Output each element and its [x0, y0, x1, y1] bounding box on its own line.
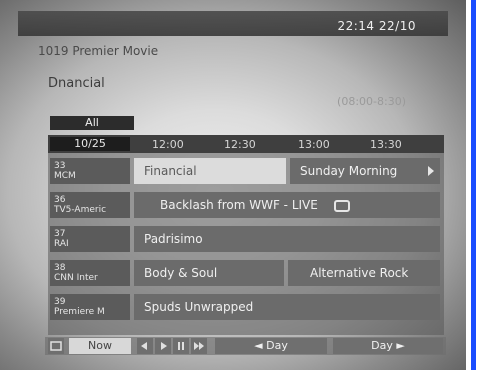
prev-day-button[interactable]: ◄ Day: [215, 338, 327, 354]
channel-cell[interactable]: 37 RAI: [50, 226, 130, 252]
fast-forward-icon[interactable]: [191, 338, 207, 354]
current-program-name: Dnancial: [48, 76, 105, 91]
channel-number: 38: [54, 263, 66, 273]
program-title: Spuds Unwrapped: [144, 300, 254, 314]
channel-name: MCM: [54, 171, 76, 181]
play-icon[interactable]: [155, 338, 171, 354]
channel-number: 39: [54, 297, 66, 307]
channel-number: 36: [54, 195, 66, 205]
channel-cell[interactable]: 33 MCM: [50, 158, 130, 184]
clock: 22:14 22/10: [337, 19, 416, 33]
grid-date: 10/25: [50, 137, 130, 151]
channel-name: TV5-Americ: [54, 205, 107, 215]
channel-row: 38 CNN Inter Body & Soul Alternative Roc…: [48, 258, 444, 288]
program-cell[interactable]: Padrisimo: [134, 226, 440, 252]
clock-time: 22:14: [337, 19, 375, 33]
epg-grid: 10/25 12:00 12:30 13:00 13:30 33 MCM Fin…: [48, 135, 444, 335]
program-cell[interactable]: Alternative Rock: [288, 260, 440, 286]
next-day-button[interactable]: Day ►: [333, 338, 443, 354]
program-cell[interactable]: Sunday Morning: [290, 158, 440, 184]
program-title: Financial: [144, 164, 197, 178]
channel-row: 39 Premiere M Spuds Unwrapped: [48, 292, 444, 322]
program-title: Alternative Rock: [310, 266, 409, 280]
continues-right-icon: [428, 166, 434, 176]
frame-border: [471, 0, 476, 370]
program-cell[interactable]: Backlash from WWF - LIVE: [134, 192, 440, 218]
channel-name: CNN Inter: [54, 273, 98, 283]
channel-name: Premiere M: [54, 307, 105, 317]
channel-row: 37 RAI Padrisimo: [48, 224, 444, 254]
time-slot-3: 13:00: [298, 138, 330, 151]
program-cell[interactable]: Body & Soul: [134, 260, 284, 286]
program-title: Backlash from WWF - LIVE: [160, 198, 318, 212]
time-slot-2: 12:30: [224, 138, 256, 151]
rewind-icon[interactable]: [137, 338, 153, 354]
channel-row: 36 TV5-Americ Backlash from WWF - LIVE: [48, 190, 444, 220]
current-channel-title: 1019 Premier Movie: [38, 44, 159, 58]
filter-tab-all[interactable]: All: [50, 116, 134, 130]
now-button[interactable]: Now: [69, 338, 131, 354]
time-slot-4: 13:30: [370, 138, 402, 151]
grid-header: 10/25 12:00 12:30 13:00 13:30: [48, 135, 444, 153]
program-cell[interactable]: Spuds Unwrapped: [134, 294, 440, 320]
current-program-time-range: (08:00-8:30): [337, 95, 406, 108]
program-title: Padrisimo: [144, 232, 203, 246]
time-slot-1: 12:00: [152, 138, 184, 151]
channel-number: 33: [54, 161, 66, 171]
channel-cell[interactable]: 38 CNN Inter: [50, 260, 130, 286]
channel-row: 33 MCM Financial Sunday Morning: [48, 156, 444, 186]
pause-icon[interactable]: [173, 338, 189, 354]
bottom-control-bar: Now ◄ Day Day ►: [45, 337, 446, 355]
channel-cell[interactable]: 39 Premiere M: [50, 294, 130, 320]
program-title: Sunday Morning: [300, 164, 398, 178]
channel-cell[interactable]: 36 TV5-Americ: [50, 192, 130, 218]
channel-number: 37: [54, 229, 66, 239]
clock-date: 22/10: [378, 19, 416, 33]
channel-name: RAI: [54, 239, 69, 249]
program-cell[interactable]: Financial: [134, 158, 286, 184]
program-title: Body & Soul: [144, 266, 218, 280]
tv-screen: 22:14 22/10 1019 Premier Movie Dnancial …: [0, 0, 466, 370]
record-icon: [333, 199, 350, 212]
guide-icon[interactable]: [48, 338, 64, 354]
